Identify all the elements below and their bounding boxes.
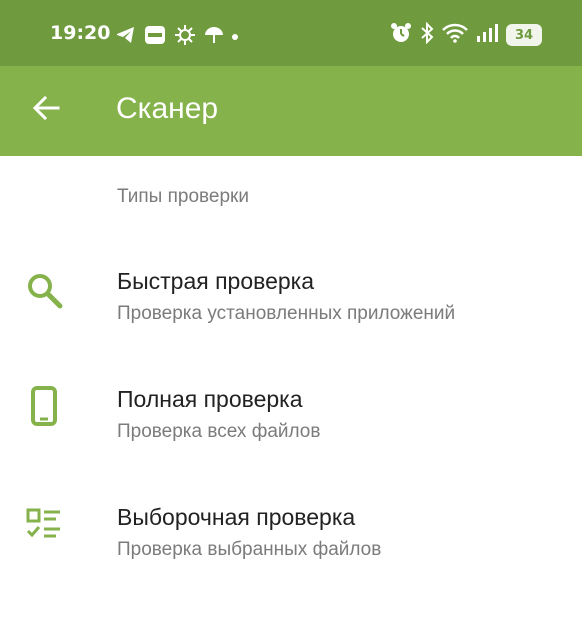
page-title: Сканер (116, 92, 219, 125)
full-scan-item[interactable]: Полная проверка Проверка всех файлов (0, 350, 582, 460)
checklist-icon (22, 502, 66, 546)
virus-icon (174, 24, 196, 50)
back-button[interactable] (24, 88, 68, 132)
custom-scan-subtitle: Проверка выбранных файлов (117, 539, 382, 560)
quick-scan-item[interactable]: Быстрая проверка Проверка установленных … (0, 232, 582, 342)
dot-icon (232, 34, 238, 40)
app-badge-icon (144, 25, 166, 49)
full-scan-subtitle: Проверка всех файлов (117, 421, 321, 442)
quick-scan-subtitle: Проверка установленных приложений (117, 303, 456, 324)
status-system-icons: 34 (390, 21, 542, 48)
battery-icon: 34 (506, 24, 542, 46)
wifi-icon (442, 23, 468, 47)
section-header: Типы проверки (117, 186, 249, 207)
alarm-icon (390, 22, 412, 48)
custom-scan-item[interactable]: Выборочная проверка Проверка выбранных ф… (0, 468, 582, 578)
status-bar: 19:20 34 (0, 0, 582, 66)
umbrella-icon (204, 25, 224, 49)
phone-icon (22, 384, 66, 428)
telegram-icon (116, 26, 136, 48)
status-notification-icons (116, 24, 238, 50)
search-icon (22, 268, 66, 312)
bluetooth-icon (420, 21, 434, 48)
arrow-back-icon (32, 94, 60, 126)
app-bar: Сканер (0, 66, 582, 156)
status-time: 19:20 (50, 22, 111, 44)
full-scan-title: Полная проверка (117, 386, 303, 412)
quick-scan-title: Быстрая проверка (117, 268, 315, 294)
signal-icon (476, 23, 498, 47)
custom-scan-title: Выборочная проверка (117, 504, 356, 530)
